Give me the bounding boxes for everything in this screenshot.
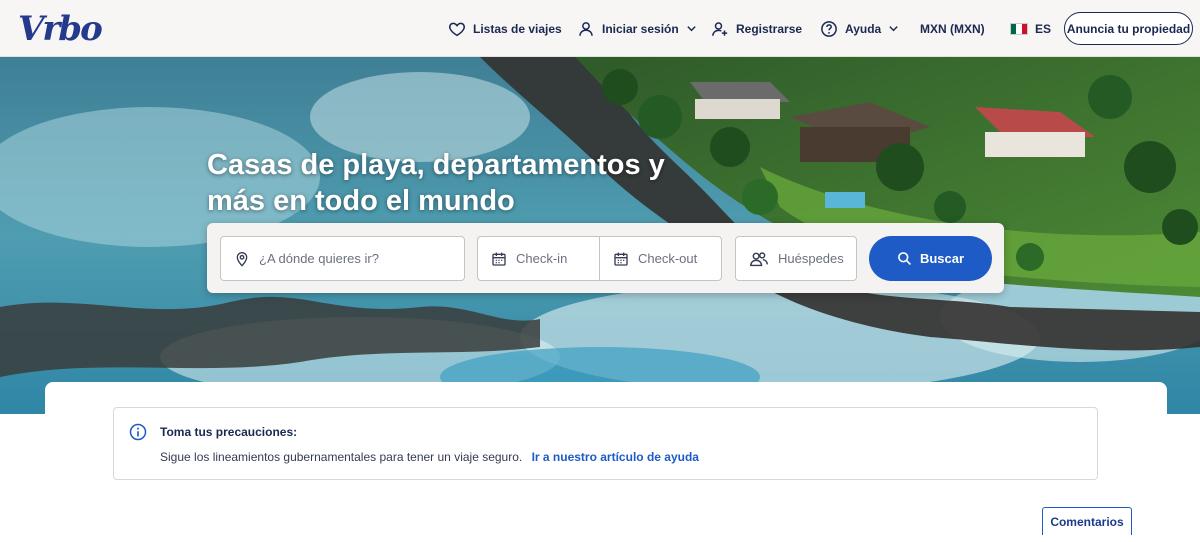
language-selector[interactable]: ES (1010, 0, 1051, 57)
vrbo-logo[interactable]: Vrbo (18, 9, 103, 49)
location-pin-icon (236, 251, 248, 267)
register-label: Registrarse (736, 21, 803, 36)
feedback-button[interactable]: Comentarios (1042, 507, 1132, 535)
login-menu[interactable]: Iniciar sesión (577, 0, 697, 57)
register-link[interactable]: Registrarse (711, 0, 802, 57)
heart-icon (449, 22, 465, 36)
notice-title: Toma tus precauciones: (160, 425, 298, 439)
info-icon (129, 423, 147, 441)
top-header: Vrbo Listas de viajes Iniciar sesión Reg… (0, 0, 1200, 57)
guests-icon (750, 251, 768, 266)
advertise-property-button[interactable]: Anuncia tu propiedad (1064, 12, 1193, 45)
mexico-flag-icon (1010, 22, 1028, 35)
search-bar: ¿A dónde quieres ir? Check-in Check-out … (207, 223, 1004, 293)
search-button[interactable]: Buscar (869, 236, 992, 281)
notice-body: Sigue los lineamientos gubernamentales p… (160, 450, 699, 464)
currency-selector[interactable]: MXN (MXN) (920, 0, 985, 57)
guests-label: Huéspedes (778, 251, 844, 266)
language-label: ES (1035, 21, 1052, 36)
currency-label: MXN (MXN) (920, 21, 985, 36)
help-label: Ayuda (845, 21, 882, 36)
search-button-label: Buscar (919, 251, 965, 266)
notice-body-text: Sigue los lineamientos gubernamentales p… (160, 450, 523, 464)
checkout-field[interactable]: Check-out (599, 236, 722, 281)
trip-lists-link[interactable]: Listas de viajes (448, 0, 562, 57)
hero-title: Casas de playa, departamentos y más en t… (207, 147, 707, 219)
hero-title-line2: más en todo el mundo (207, 185, 515, 217)
destination-placeholder: ¿A dónde quieres ir? (259, 251, 379, 266)
chevron-down-icon (687, 26, 696, 32)
user-icon (579, 21, 593, 36)
calendar-icon (492, 252, 506, 266)
calendar-icon (614, 252, 628, 266)
login-label: Iniciar sesión (602, 21, 679, 36)
search-icon (898, 252, 911, 266)
help-menu[interactable]: Ayuda (820, 0, 899, 57)
hero-title-line1: Casas de playa, departamentos y (207, 149, 665, 181)
checkin-field[interactable]: Check-in (477, 236, 600, 281)
guests-field[interactable]: Huéspedes (735, 236, 857, 281)
help-article-link[interactable]: Ir a nuestro artículo de ayuda (532, 450, 699, 464)
trip-lists-label: Listas de viajes (473, 21, 562, 36)
checkin-label: Check-in (516, 251, 568, 266)
chevron-down-icon (889, 26, 898, 32)
destination-input[interactable]: ¿A dónde quieres ir? (220, 236, 465, 281)
travel-advisory-notice: Toma tus precauciones: Sigue los lineami… (113, 407, 1098, 480)
help-icon (821, 20, 837, 37)
add-user-icon (712, 21, 728, 36)
checkout-label: Check-out (638, 251, 698, 266)
